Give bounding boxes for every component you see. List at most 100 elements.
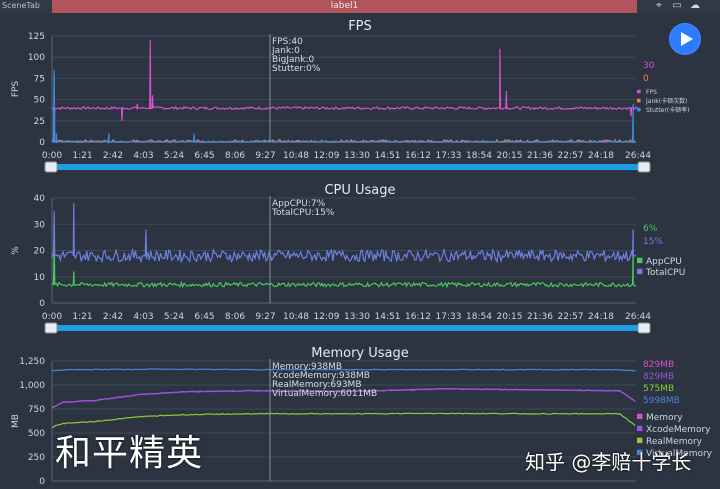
- y-tick-label: 0: [39, 477, 45, 487]
- x-tick-label: 24:18: [588, 151, 614, 161]
- chart-title: CPU Usage: [324, 183, 395, 198]
- x-tick-label: 13:30: [344, 312, 370, 322]
- y-axis-label: FPS: [11, 81, 21, 98]
- x-tick-label: 4:03: [133, 312, 153, 322]
- x-tick-label: 21:36: [527, 312, 553, 322]
- x-tick-label: 9:27: [255, 151, 275, 161]
- x-tick-label: 8:06: [225, 312, 245, 322]
- x-tick-label: 1:21: [72, 312, 92, 322]
- range-slider-right-handle: [637, 322, 651, 334]
- cloud-icon[interactable]: ☁: [688, 0, 702, 12]
- y-tick-label: 1,250: [19, 357, 45, 367]
- x-tick-label: 26:44: [625, 312, 651, 322]
- legend-swatch: [637, 413, 643, 420]
- legend-entry: AppCPU: [646, 257, 682, 267]
- x-tick-label: 16:12: [405, 151, 431, 161]
- y-tick-label: 750: [28, 405, 45, 415]
- x-tick-label: 5:24: [164, 312, 184, 322]
- current-value: 6%: [643, 224, 658, 234]
- game-title-overlay: 和平精英: [55, 433, 204, 474]
- watermark-text: 知乎 @李赔十学长: [525, 450, 692, 474]
- y-tick-label: 40: [34, 194, 46, 204]
- current-value: 575MB: [643, 384, 674, 394]
- x-tick-label: 1:21: [72, 151, 92, 161]
- x-tick-label: 5:24: [164, 151, 184, 161]
- legend-swatch: [637, 437, 643, 444]
- y-tick-label: 250: [28, 453, 45, 463]
- y-tick-label: 500: [28, 429, 45, 439]
- legend-swatch: [637, 98, 641, 103]
- current-value: 829MB: [643, 360, 674, 370]
- current-value: 0: [643, 74, 649, 84]
- current-value: 829MB: [643, 372, 674, 382]
- chart-title: FPS: [348, 19, 372, 34]
- range-slider-track: [47, 164, 650, 170]
- x-tick-label: 14:51: [375, 312, 401, 322]
- y-axis-label: %: [11, 246, 21, 255]
- range-slider-right-handle: [637, 161, 651, 173]
- x-tick-label: 21:36: [527, 151, 553, 161]
- legend-swatch: [637, 89, 641, 94]
- range-slider-left-handle: [44, 161, 58, 173]
- x-tick-label: 26:44: [625, 151, 651, 161]
- y-tick-label: 0: [39, 299, 45, 309]
- series-line-stutter-: [52, 69, 636, 145]
- y-tick-label: 30: [34, 220, 46, 230]
- cursor-readout: VirtualMemory:6011MB: [272, 389, 377, 399]
- y-tick-label: 10: [34, 273, 46, 283]
- legend-entry: TotalCPU: [645, 268, 685, 278]
- x-tick-label: 14:51: [375, 151, 401, 161]
- x-tick-label: 18:54: [466, 151, 492, 161]
- legend-swatch: [637, 268, 643, 275]
- legend-entry: Memory: [646, 413, 683, 423]
- series-line-appcpu: [51, 237, 637, 289]
- x-tick-label: 20:15: [497, 151, 523, 161]
- cursor-readout: Stutter:0%: [272, 64, 321, 74]
- x-tick-label: 17:33: [436, 312, 462, 322]
- folder-icon[interactable]: ▭: [670, 0, 684, 12]
- x-tick-label: 18:54: [466, 312, 492, 322]
- current-value: 5998MB: [643, 396, 680, 406]
- x-tick-label: 2:42: [103, 312, 123, 322]
- x-tick-label: 4:03: [133, 151, 153, 161]
- x-tick-label: 9:27: [255, 312, 275, 322]
- y-tick-label: 50: [34, 96, 46, 106]
- x-tick-label: 6:45: [194, 312, 214, 322]
- legend-entry: Stutter(卡顿率): [646, 106, 690, 114]
- scene-tab[interactable]: SceneTab: [2, 0, 40, 12]
- x-tick-label: 13:30: [344, 151, 370, 161]
- y-tick-label: 100: [28, 53, 45, 63]
- legend-swatch: [637, 425, 643, 432]
- x-tick-label: 24:18: [588, 312, 614, 322]
- legend-entry: FPS: [646, 89, 657, 96]
- current-value: 15%: [643, 237, 663, 247]
- y-tick-label: 1,000: [19, 381, 45, 391]
- legend-entry: XcodeMemory: [646, 425, 711, 435]
- x-tick-label: 12:09: [314, 151, 340, 161]
- fps-chart: FPS FPS 125 100 75 50 25 0 0:00 1:21 2:42 4:03 5:24 6…: [11, 19, 690, 173]
- range-slider-left-handle: [44, 322, 58, 334]
- y-tick-label: 25: [34, 117, 45, 127]
- chart-title: Memory Usage: [311, 346, 409, 361]
- current-value: 30: [643, 61, 655, 71]
- y-tick-label: 125: [28, 32, 45, 42]
- series-line-totalcpu: [51, 203, 637, 264]
- cursor-readout: TotalCPU:15%: [271, 208, 335, 218]
- y-tick-label: 75: [34, 74, 45, 84]
- cpu-usage-chart: CPU Usage% 40 30 20 10 0 0:00 1:21 2:42 4:03 5:24 6…: [11, 183, 685, 334]
- location-pin-icon[interactable]: ⌖: [652, 0, 666, 12]
- x-tick-label: 0:00: [42, 151, 62, 161]
- x-tick-label: 20:15: [497, 312, 523, 322]
- x-tick-label: 2:42: [103, 151, 123, 161]
- x-tick-label: 17:33: [436, 151, 462, 161]
- x-tick-label: 22:57: [558, 312, 584, 322]
- x-tick-label: 8:06: [225, 151, 245, 161]
- top-bar: SceneTab label1 ⌖ ▭ ☁: [0, 0, 720, 13]
- legend-entry: Jank(卡顿次数): [645, 97, 687, 105]
- x-tick-label: 12:09: [314, 312, 340, 322]
- y-tick-label: 20: [34, 247, 46, 257]
- legend-swatch: [637, 107, 641, 112]
- x-tick-label: 0:00: [42, 312, 62, 322]
- active-tab-label1[interactable]: label1: [52, 0, 637, 13]
- x-tick-label: 10:48: [283, 312, 309, 322]
